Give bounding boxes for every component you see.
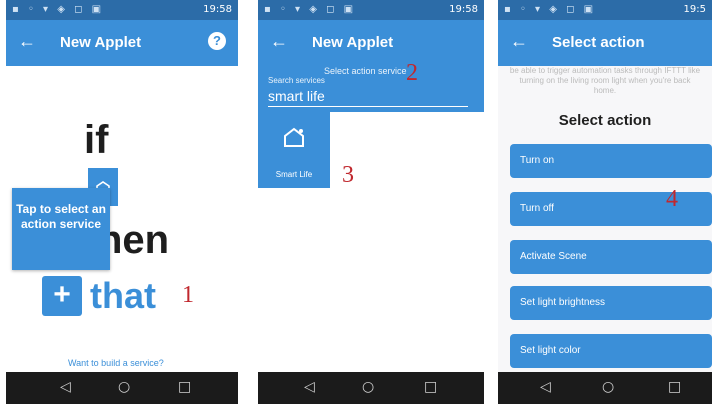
search-heading: Select action service <box>324 66 407 76</box>
service-description: be able to trigger automation tasks thro… <box>509 66 701 95</box>
action-set-brightness[interactable]: Set light brightness <box>510 286 712 320</box>
action-activate-scene[interactable]: Activate Scene <box>510 240 712 274</box>
app-bar: ← New Applet ? <box>6 20 238 66</box>
app-bar: ← Select action <box>498 20 712 66</box>
search-underline <box>268 106 468 107</box>
build-service-link[interactable]: Want to build a service? <box>68 358 164 368</box>
action-turn-on[interactable]: Turn on <box>510 144 712 178</box>
search-header: Select action service Search services sm… <box>258 66 484 112</box>
nav-recent-icon[interactable]: □ <box>668 379 681 395</box>
search-label: Search services <box>268 76 325 85</box>
smart-life-icon <box>284 127 304 147</box>
status-bar: ▪ ◦ ▾ ◈ ◻ ▣ 19:5 <box>498 0 712 20</box>
nav-back-icon[interactable]: ◁ <box>304 379 315 395</box>
step-number-4: 4 <box>666 186 678 212</box>
back-arrow-icon[interactable]: ← <box>270 32 288 50</box>
back-arrow-icon[interactable]: ← <box>18 32 36 50</box>
nav-home-icon[interactable]: ○ <box>602 379 614 395</box>
tooltip-text: Tap to select an action service <box>16 202 106 231</box>
status-icons: ▪ ◦ ▾ ◈ ◻ ▣ <box>504 4 597 15</box>
status-time: 19:5 <box>683 4 706 15</box>
if-word: if <box>84 118 109 162</box>
nav-recent-icon[interactable]: □ <box>178 379 191 395</box>
plus-icon: + <box>42 276 82 316</box>
screen-select-service: ▪ ◦ ▾ ◈ ◻ ▣ 19:58 ← New Applet Select ac… <box>258 0 484 404</box>
page-title: New Applet <box>312 34 394 51</box>
page-title: New Applet <box>60 34 142 51</box>
status-time: 19:58 <box>449 4 478 15</box>
status-icons: ▪ ◦ ▾ ◈ ◻ ▣ <box>264 4 357 15</box>
step-number-1: 1 <box>182 282 194 308</box>
nav-recent-icon[interactable]: □ <box>424 379 437 395</box>
nav-bar: ◁ ○ □ <box>258 372 484 404</box>
nav-back-icon[interactable]: ◁ <box>540 379 551 395</box>
smart-life-tile[interactable]: Smart Life <box>258 112 330 188</box>
action-set-color[interactable]: Set light color <box>510 334 712 368</box>
select-action-heading: Select action <box>558 112 652 129</box>
status-icons: ▪ ◦ ▾ ◈ ◻ ▣ <box>12 4 105 15</box>
action-turn-off[interactable]: Turn off <box>510 192 712 226</box>
nav-back-icon[interactable]: ◁ <box>60 379 71 395</box>
tile-label: Smart Life <box>275 170 313 179</box>
add-that-button[interactable]: + that <box>42 274 172 318</box>
app-bar: ← New Applet <box>258 20 484 66</box>
nav-bar: ◁ ○ □ <box>6 372 238 404</box>
that-label: that <box>90 275 156 316</box>
help-icon[interactable]: ? <box>208 32 226 50</box>
status-time: 19:58 <box>203 4 232 15</box>
nav-home-icon[interactable]: ○ <box>362 379 374 395</box>
page-title: Select action <box>552 34 645 51</box>
step-number-3: 3 <box>342 162 354 188</box>
action-tooltip: Tap to select an action service <box>12 188 110 270</box>
step-number-2: 2 <box>406 60 418 86</box>
status-bar: ▪ ◦ ▾ ◈ ◻ ▣ 19:58 <box>258 0 484 20</box>
screen-new-applet: ▪ ◦ ▾ ◈ ◻ ▣ 19:58 ← New Applet ? if hen … <box>6 0 238 404</box>
nav-home-icon[interactable]: ○ <box>118 379 130 395</box>
status-bar: ▪ ◦ ▾ ◈ ◻ ▣ 19:58 <box>6 0 238 20</box>
search-input[interactable]: smart life <box>268 88 325 104</box>
screen-select-action: ▪ ◦ ▾ ◈ ◻ ▣ 19:5 ← Select action be able… <box>498 0 712 404</box>
nav-bar: ◁ ○ □ <box>498 372 712 404</box>
back-arrow-icon[interactable]: ← <box>510 32 528 50</box>
